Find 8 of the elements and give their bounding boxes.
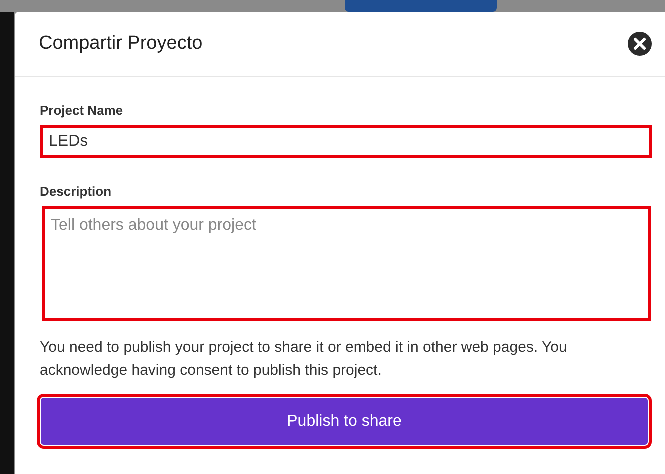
field-label: Description bbox=[40, 184, 113, 199]
notice-text: You need to publish your project to share it or embed it in other web pages. You acknowledge having consent to publish this project. bbox=[40, 338, 568, 381]
input-field[interactable]: LEDs bbox=[40, 125, 652, 158]
publish-button[interactable]: Publish to share bbox=[41, 398, 648, 445]
description-field[interactable]: Tell others about your project bbox=[42, 206, 651, 321]
field-label: Project Name bbox=[40, 103, 124, 118]
dialog-title: Compartir Proyecto bbox=[39, 33, 203, 55]
close-icon[interactable] bbox=[628, 32, 652, 56]
